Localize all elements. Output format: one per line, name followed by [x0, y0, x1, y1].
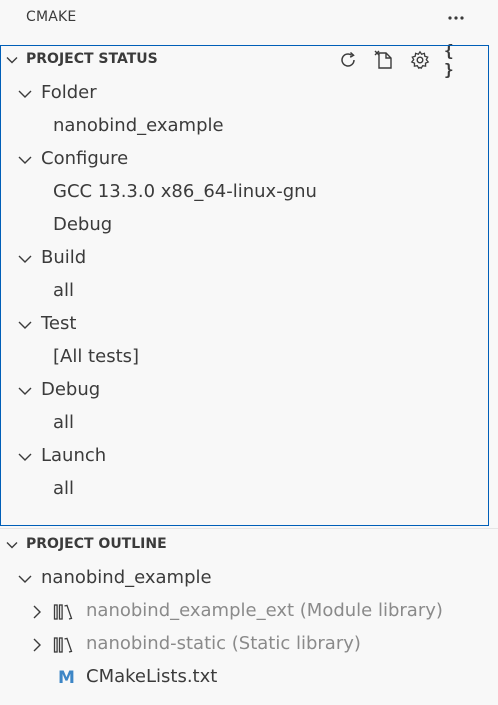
- tree-node-debug[interactable]: Debug: [0, 374, 488, 407]
- outline-project-root[interactable]: nanobind_example: [0, 562, 488, 595]
- outline-target-label: nanobind_example_ext (Module library): [86, 600, 443, 621]
- tree-leaf-kit[interactable]: GCC 13.3.0 x86_64-linux-gnu: [0, 176, 488, 209]
- tree-node-label: Debug: [41, 379, 101, 400]
- tree-node-launch[interactable]: Launch: [0, 440, 488, 473]
- view-header: CMAKE: [0, 0, 498, 38]
- cmake-file-icon: M: [58, 668, 75, 688]
- tree-leaf-build-target[interactable]: all: [0, 275, 488, 308]
- tree-node-build[interactable]: Build: [0, 242, 488, 275]
- view-title: CMAKE: [26, 9, 77, 25]
- chevron-down-icon: [18, 255, 32, 263]
- chevron-down-icon: [18, 156, 32, 164]
- ellipsis-icon: [448, 16, 464, 20]
- tree-leaf-label: [All tests]: [53, 346, 140, 367]
- chevron-down-icon: [18, 90, 32, 98]
- tree-node-label: Launch: [41, 445, 107, 466]
- outline-file-label: CMakeLists.txt: [86, 666, 218, 687]
- outline-target-item[interactable]: nanobind-static (Static library): [0, 628, 488, 661]
- tree-node-test[interactable]: Test: [0, 308, 488, 341]
- outline-file-item[interactable]: M CMakeLists.txt: [0, 661, 488, 694]
- outline-target-label: nanobind-static (Static library): [86, 633, 361, 654]
- more-actions-button[interactable]: [444, 6, 468, 30]
- library-icon: [53, 604, 73, 620]
- tree-leaf-build-type[interactable]: Debug: [0, 209, 488, 242]
- tree-node-label: Test: [41, 313, 77, 334]
- library-icon: [53, 637, 73, 653]
- chevron-right-icon: [33, 638, 41, 652]
- tree-leaf-label: nanobind_example: [53, 115, 224, 136]
- tree-node-label: Folder: [41, 82, 97, 103]
- chevron-right-icon: [33, 605, 41, 619]
- outline-target-item[interactable]: nanobind_example_ext (Module library): [0, 595, 488, 628]
- tree-leaf-label: all: [53, 478, 75, 499]
- tree-leaf-label: GCC 13.3.0 x86_64-linux-gnu: [53, 181, 317, 202]
- tree-leaf-debug-target[interactable]: all: [0, 407, 488, 440]
- tree-node-configure[interactable]: Configure: [0, 143, 488, 176]
- chevron-down-icon: [18, 453, 32, 461]
- tree-leaf-folder-value[interactable]: nanobind_example: [0, 110, 488, 143]
- project-outline-header[interactable]: PROJECT OUTLINE: [0, 529, 498, 561]
- chevron-down-icon: [18, 575, 32, 583]
- chevron-down-icon: [6, 542, 18, 549]
- chevron-down-icon: [18, 321, 32, 329]
- outline-root-label: nanobind_example: [41, 567, 212, 588]
- tree-node-label: Build: [41, 247, 87, 268]
- tree-leaf-label: all: [53, 412, 75, 433]
- tree-leaf-label: Debug: [53, 214, 113, 235]
- tree-leaf-label: all: [53, 280, 75, 301]
- project-outline-title: PROJECT OUTLINE: [26, 536, 167, 552]
- tree-leaf-launch-target[interactable]: all: [0, 473, 488, 506]
- tree-node-folder[interactable]: Folder: [0, 77, 488, 110]
- chevron-down-icon: [18, 387, 32, 395]
- tree-node-label: Configure: [41, 148, 129, 169]
- tree-leaf-tests[interactable]: [All tests]: [0, 341, 488, 374]
